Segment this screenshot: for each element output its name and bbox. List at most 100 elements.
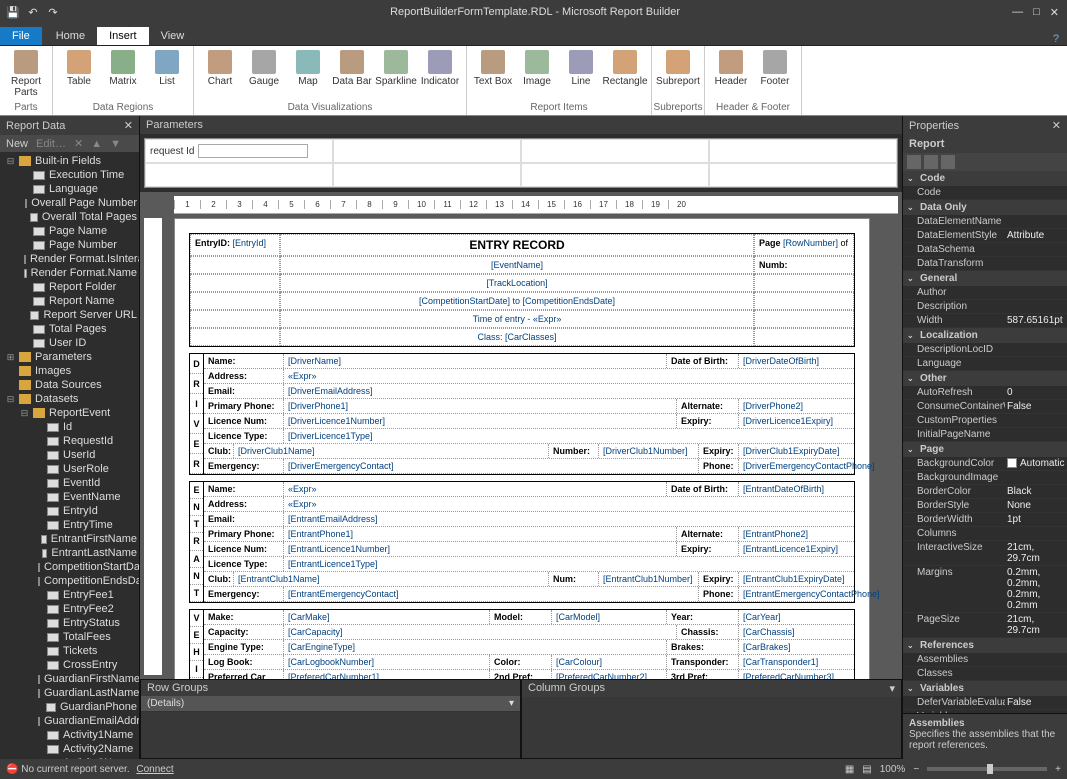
prop-row[interactable]: DataElementStyleAttribute — [903, 229, 1067, 243]
prop-row[interactable]: BorderStyleNone — [903, 499, 1067, 513]
prop-row[interactable]: Language — [903, 357, 1067, 371]
field-guardianlastname[interactable]: GuardianLastName — [0, 686, 139, 700]
builtin-overall-total-pages[interactable]: Overall Total Pages — [0, 210, 139, 224]
field-eventid[interactable]: EventId — [0, 476, 139, 490]
field-totalfees[interactable]: TotalFees — [0, 630, 139, 644]
prop-category[interactable]: ⌄Variables — [903, 681, 1067, 696]
prop-category[interactable]: ⌄Other — [903, 371, 1067, 386]
prop-row[interactable]: AutoRefresh0 — [903, 386, 1067, 400]
field-eventname[interactable]: EventName — [0, 490, 139, 504]
field-competitionstartdate[interactable]: CompetitionStartDate — [0, 560, 139, 574]
dropdown-icon[interactable]: ▾ — [509, 698, 514, 709]
field-activity2name[interactable]: Activity2Name — [0, 742, 139, 756]
field-entryid[interactable]: EntryId — [0, 504, 139, 518]
prop-row[interactable]: DataElementName — [903, 215, 1067, 229]
param-input[interactable] — [198, 144, 308, 158]
row-group-item[interactable]: (Details) ▾ — [141, 696, 520, 712]
field-entrantlastname[interactable]: EntrantLastName — [0, 546, 139, 560]
chart-button[interactable]: Chart — [198, 48, 242, 100]
field-competitionendsdate[interactable]: CompetitionEndsDate — [0, 574, 139, 588]
data-bar-button[interactable]: Data Bar — [330, 48, 374, 100]
field-crossentry[interactable]: CrossEntry — [0, 658, 139, 672]
preview-icon[interactable]: ▤ — [862, 764, 871, 775]
maximize-icon[interactable]: □ — [1033, 6, 1040, 19]
field-userrole[interactable]: UserRole — [0, 462, 139, 476]
prop-row[interactable]: DataSchema — [903, 243, 1067, 257]
panel-close-icon[interactable]: ✕ — [1052, 119, 1061, 132]
parameters-grid[interactable]: request Id — [144, 138, 898, 188]
field-guardianphone[interactable]: GuardianPhone — [0, 700, 139, 714]
list-button[interactable]: List — [145, 48, 189, 100]
datasets-folder[interactable]: ⊟Datasets — [0, 392, 139, 406]
builtin-render-format-isinteractive[interactable]: Render Format.IsInteractive — [0, 252, 139, 266]
builtin-total-pages[interactable]: Total Pages — [0, 322, 139, 336]
builtin-report-server-url[interactable]: Report Server URL — [0, 308, 139, 322]
tab-view[interactable]: View — [149, 27, 197, 45]
prop-row[interactable]: Columns — [903, 527, 1067, 541]
prop-row[interactable]: InitialPageName — [903, 428, 1067, 442]
prop-row[interactable]: Author — [903, 286, 1067, 300]
connect-link[interactable]: Connect — [136, 764, 173, 775]
prop-category[interactable]: ⌄Code — [903, 171, 1067, 186]
panel-close-icon[interactable]: ✕ — [124, 119, 133, 132]
field-requestid[interactable]: RequestId — [0, 434, 139, 448]
prop-row[interactable]: Description — [903, 300, 1067, 314]
map-button[interactable]: Map — [286, 48, 330, 100]
prop-row[interactable]: Width587.65161pt — [903, 314, 1067, 328]
prop-category[interactable]: ⌄General — [903, 271, 1067, 286]
design-surface[interactable]: 1234567891011121314151617181920 EntryID:… — [140, 192, 902, 679]
prop-row[interactable]: BackgroundColorAutomatic — [903, 457, 1067, 471]
prop-row[interactable]: BackgroundImage — [903, 471, 1067, 485]
prop-row[interactable]: Margins0.2mm, 0.2mm, 0.2mm, 0.2mm — [903, 566, 1067, 613]
tab-home[interactable]: Home — [44, 27, 97, 45]
field-entryfee2[interactable]: EntryFee2 — [0, 602, 139, 616]
tab-insert[interactable]: Insert — [97, 27, 149, 45]
prop-row[interactable]: Assemblies — [903, 653, 1067, 667]
file-tab[interactable]: File — [0, 27, 42, 45]
field-activity1name[interactable]: Activity1Name — [0, 728, 139, 742]
prop-row[interactable]: Classes — [903, 667, 1067, 681]
images-folder[interactable]: Images — [0, 364, 139, 378]
prop-category[interactable]: ⌄References — [903, 638, 1067, 653]
categorized-icon[interactable] — [907, 155, 921, 169]
field-guardianfirstname[interactable]: GuardianFirstName — [0, 672, 139, 686]
minimize-icon[interactable]: — — [1012, 6, 1023, 19]
prop-category[interactable]: ⌄Data Only — [903, 200, 1067, 215]
prop-row[interactable]: DescriptionLocID — [903, 343, 1067, 357]
prop-row[interactable]: InteractiveSize21cm, 29.7cm — [903, 541, 1067, 566]
delete-icon[interactable]: ✕ — [74, 137, 83, 150]
parameters-folder[interactable]: ⊞Parameters — [0, 350, 139, 364]
zoom-slider[interactable] — [927, 767, 1047, 771]
edit-button[interactable]: Edit… — [36, 138, 66, 150]
down-icon[interactable]: ▼ — [110, 138, 121, 150]
dataset-reportevent[interactable]: ⊟ReportEvent — [0, 406, 139, 420]
line-button[interactable]: Line — [559, 48, 603, 100]
alphabetical-icon[interactable] — [924, 155, 938, 169]
design-view-icon[interactable]: ▦ — [845, 764, 854, 775]
builtin-render-format-name[interactable]: Render Format.Name — [0, 266, 139, 280]
builtin-page-name[interactable]: Page Name — [0, 224, 139, 238]
zoom-out-icon[interactable]: − — [913, 764, 919, 775]
report-page[interactable]: EntryID: [EntryId]ENTRY RECORDPage [RowN… — [174, 218, 870, 679]
image-button[interactable]: Image — [515, 48, 559, 100]
builtin-fields[interactable]: ⊟Built-in Fields — [0, 154, 139, 168]
zoom-in-icon[interactable]: + — [1055, 764, 1061, 775]
property-pages-icon[interactable] — [941, 155, 955, 169]
builtin-user-id[interactable]: User ID — [0, 336, 139, 350]
builtin-language[interactable]: Language — [0, 182, 139, 196]
up-icon[interactable]: ▲ — [91, 138, 102, 150]
rectangle-button[interactable]: Rectangle — [603, 48, 647, 100]
builtin-overall-page-number[interactable]: Overall Page Number — [0, 196, 139, 210]
report-parts-button[interactable]: Report Parts — [4, 48, 48, 100]
field-tickets[interactable]: Tickets — [0, 644, 139, 658]
prop-row[interactable]: BorderWidth1pt — [903, 513, 1067, 527]
builtin-report-name[interactable]: Report Name — [0, 294, 139, 308]
prop-row[interactable]: BorderColorBlack — [903, 485, 1067, 499]
undo-icon[interactable]: ↶ — [26, 5, 40, 19]
prop-row[interactable]: ConsumeContainerWhitespaceFalse — [903, 400, 1067, 414]
field-userid[interactable]: UserId — [0, 448, 139, 462]
subreport-button[interactable]: Subreport — [656, 48, 700, 100]
builtin-page-number[interactable]: Page Number — [0, 238, 139, 252]
prop-row[interactable]: Code — [903, 186, 1067, 200]
prop-row[interactable]: CustomProperties — [903, 414, 1067, 428]
